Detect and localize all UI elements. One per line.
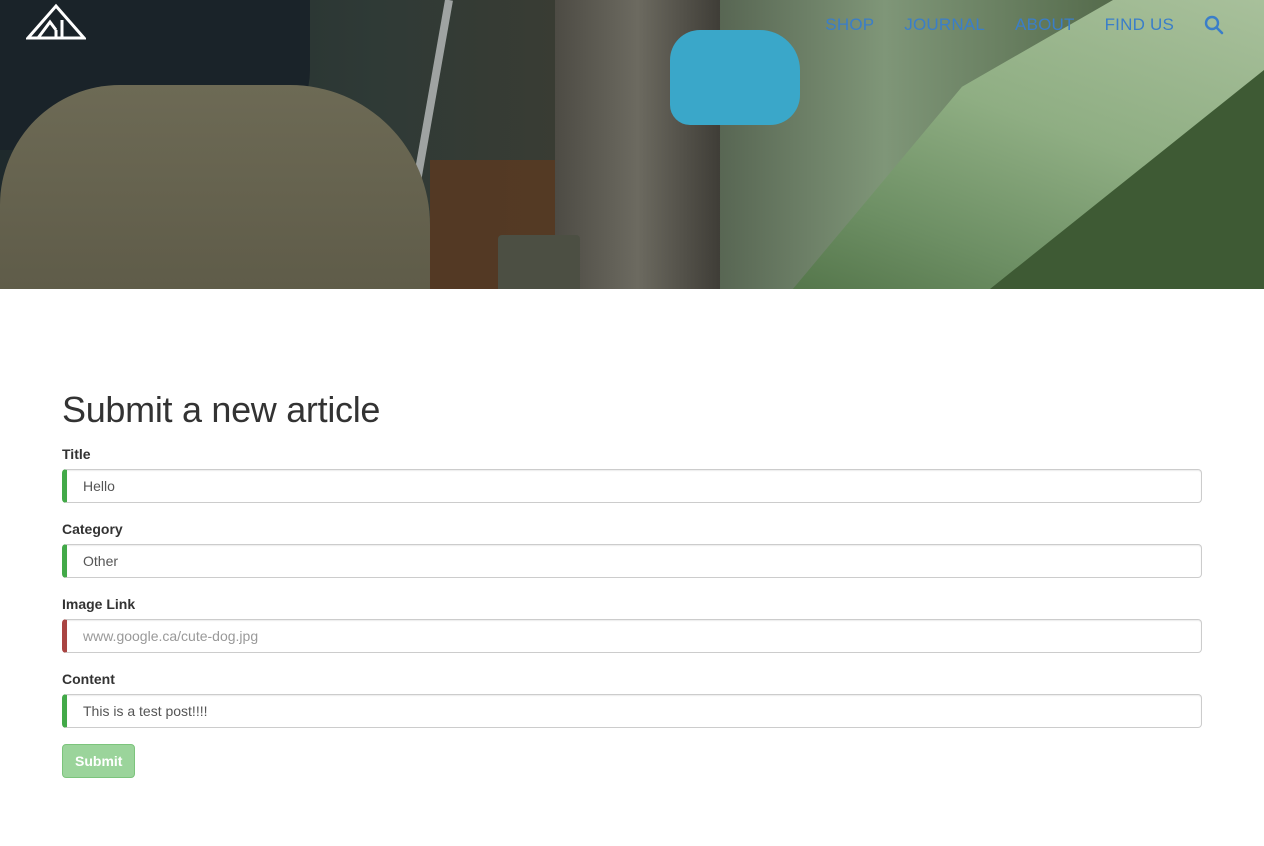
nav-item-about[interactable]: ABOUT — [1015, 15, 1075, 35]
image-link-label: Image Link — [62, 596, 136, 612]
category-label: Category — [62, 521, 123, 537]
main-nav: SHOP JOURNAL ABOUT FIND US — [795, 15, 1224, 35]
hero-banner-image — [0, 0, 1264, 289]
logo-tent-icon[interactable] — [26, 2, 86, 42]
hero-bottle — [498, 235, 580, 289]
content-input[interactable] — [62, 694, 1202, 728]
nav-item-shop[interactable]: SHOP — [825, 15, 874, 35]
hero-hiker-legs — [0, 85, 430, 289]
title-label: Title — [62, 446, 91, 462]
nav-item-find-us[interactable]: FIND US — [1105, 15, 1174, 35]
nav-item-journal[interactable]: JOURNAL — [904, 15, 985, 35]
image-link-input[interactable] — [62, 619, 1202, 653]
content-label: Content — [62, 671, 115, 687]
article-form: Submit a new article Title Category Imag… — [62, 388, 1202, 778]
title-input[interactable] — [62, 469, 1202, 503]
search-icon[interactable] — [1204, 15, 1224, 35]
submit-button[interactable]: Submit — [62, 744, 136, 778]
hero-blue-bag — [670, 30, 800, 125]
page-title: Submit a new article — [62, 389, 381, 430]
category-input[interactable] — [62, 544, 1202, 578]
